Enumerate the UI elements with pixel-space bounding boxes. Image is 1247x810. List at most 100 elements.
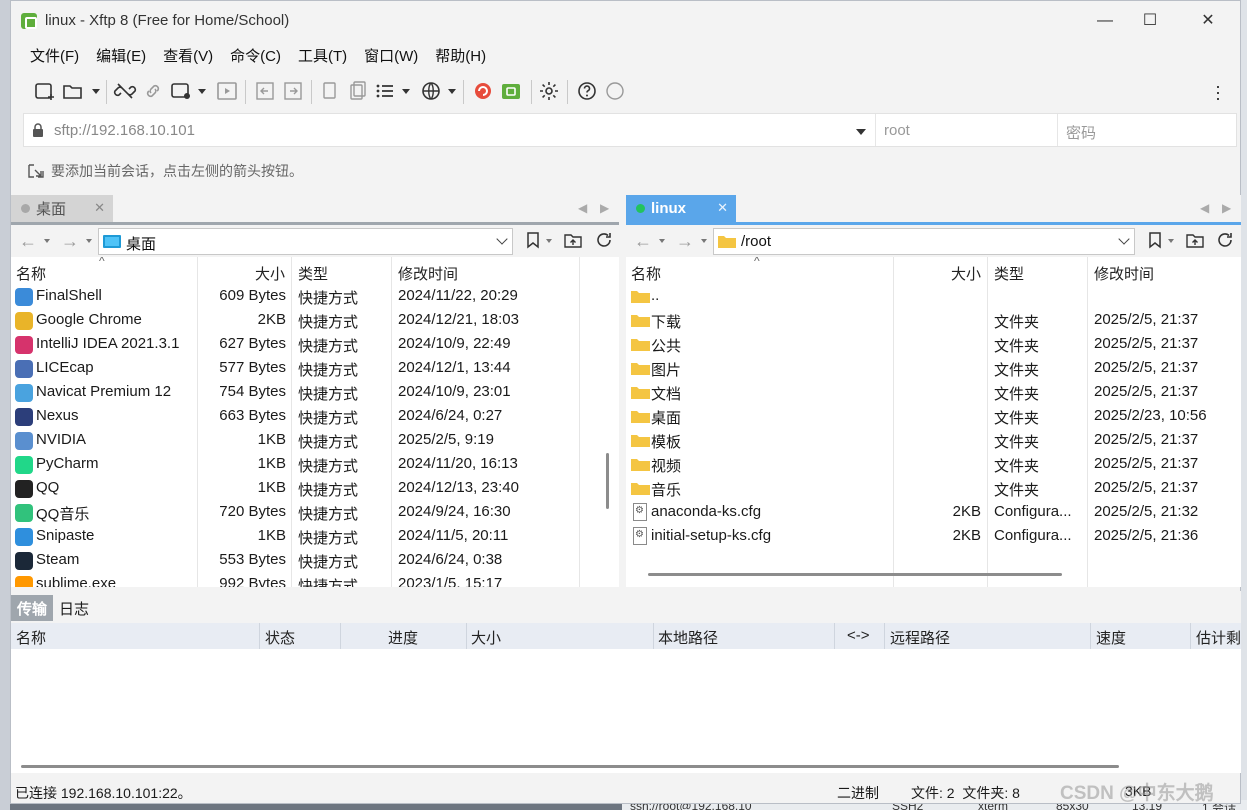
- table-row[interactable]: Nexus 663 Bytes 快捷方式 2024/6/24, 0:27: [11, 405, 619, 429]
- forward-arrow-icon[interactable]: →: [61, 231, 79, 252]
- menu-view[interactable]: 查看(V): [154, 43, 221, 69]
- xcol-speed[interactable]: 速度: [1096, 627, 1126, 648]
- table-row[interactable]: sublime.exe 992 Bytes 快捷方式 2023/1/5, 15:17: [11, 573, 619, 587]
- local-path-input[interactable]: 桌面: [98, 228, 513, 255]
- open-dropdown-icon[interactable]: [92, 89, 100, 94]
- local-vertical-scrollbar[interactable]: [606, 453, 609, 509]
- remote-horizontal-scrollbar[interactable]: [648, 573, 1062, 576]
- bookmark-icon[interactable]: [1145, 230, 1165, 250]
- xftp-icon[interactable]: [499, 79, 523, 103]
- table-row[interactable]: Navicat Premium 12 754 Bytes 快捷方式 2024/10/9…: [11, 381, 619, 405]
- back-history-icon[interactable]: [44, 239, 50, 243]
- xshell-icon[interactable]: [471, 79, 495, 103]
- open-folder-icon[interactable]: [61, 79, 85, 103]
- col-size[interactable]: 大小: [951, 263, 981, 284]
- more-options-icon[interactable]: · · ·: [1215, 77, 1221, 107]
- refresh-icon[interactable]: [594, 230, 614, 250]
- menu-file[interactable]: 文件(F): [21, 43, 87, 69]
- table-row[interactable]: FinalShell 609 Bytes 快捷方式 2024/11/22, 20:29: [11, 285, 619, 309]
- parent-folder-icon[interactable]: [1185, 230, 1205, 250]
- view-dropdown-icon[interactable]: [402, 89, 410, 94]
- list-view-icon[interactable]: [373, 79, 397, 103]
- link-icon[interactable]: [141, 79, 165, 103]
- host-url-input[interactable]: sftp://192.168.10.101: [54, 122, 195, 139]
- table-row[interactable]: anaconda-ks.cfg 2KB Configura... 2025/2/5, …: [626, 501, 1241, 525]
- tab-dropdown-icon[interactable]: [198, 89, 206, 94]
- password-input[interactable]: 密码: [1057, 114, 1237, 146]
- menu-edit[interactable]: 编辑(E): [87, 43, 154, 69]
- table-row[interactable]: LICEcap 577 Bytes 快捷方式 2024/12/1, 13:44: [11, 357, 619, 381]
- help-icon[interactable]: [575, 79, 599, 103]
- tab-log[interactable]: 日志: [53, 595, 95, 621]
- xcol-size[interactable]: 大小: [471, 627, 501, 648]
- xcol-local-path[interactable]: 本地路径: [658, 627, 718, 648]
- table-row[interactable]: 音乐 文件夹 2025/2/5, 21:37: [626, 477, 1241, 501]
- col-mtime[interactable]: 修改时间: [398, 263, 458, 284]
- transfer-icon[interactable]: [215, 79, 239, 103]
- table-row[interactable]: 文档 文件夹 2025/2/5, 21:37: [626, 381, 1241, 405]
- new-session-icon[interactable]: [33, 79, 57, 103]
- col-size[interactable]: 大小: [255, 263, 285, 284]
- username-input[interactable]: root: [875, 114, 1057, 146]
- table-row[interactable]: 桌面 文件夹 2025/2/23, 10:56: [626, 405, 1241, 429]
- download-icon[interactable]: [253, 79, 277, 103]
- bookmark-dropdown-icon[interactable]: [546, 239, 552, 243]
- transfer-horizontal-scrollbar[interactable]: [21, 765, 1119, 768]
- refresh-icon[interactable]: [1215, 230, 1235, 250]
- col-name[interactable]: 名称: [631, 263, 661, 284]
- xcol-name[interactable]: 名称: [16, 627, 46, 648]
- settings-gear-icon[interactable]: [537, 79, 561, 103]
- paste-icon[interactable]: [345, 79, 369, 103]
- disconnect-icon[interactable]: [113, 79, 137, 103]
- table-row[interactable]: 下载 文件夹 2025/2/5, 21:37: [626, 309, 1241, 333]
- chat-icon[interactable]: [603, 79, 627, 103]
- forward-arrow-icon[interactable]: →: [676, 231, 694, 252]
- copy-icon[interactable]: [317, 79, 341, 103]
- bookmark-dropdown-icon[interactable]: [1168, 239, 1174, 243]
- col-name[interactable]: 名称: [16, 263, 46, 284]
- tab-scroll-right-icon[interactable]: ▶: [600, 201, 609, 215]
- bookmark-icon[interactable]: [523, 230, 543, 250]
- back-history-icon[interactable]: [659, 239, 665, 243]
- forward-history-icon[interactable]: [701, 239, 707, 243]
- path-dropdown-icon[interactable]: [1118, 233, 1130, 245]
- table-row[interactable]: ..: [626, 285, 1241, 309]
- table-row[interactable]: NVIDIA 1KB 快捷方式 2025/2/5, 9:19: [11, 429, 619, 453]
- menu-tools[interactable]: 工具(T): [289, 43, 355, 69]
- table-row[interactable]: 视频 文件夹 2025/2/5, 21:37: [626, 453, 1241, 477]
- minimize-button[interactable]: —: [1083, 9, 1127, 33]
- tab-scroll-left-icon[interactable]: ◀: [578, 201, 587, 215]
- xcol-progress[interactable]: 进度: [388, 627, 418, 648]
- close-tab-icon[interactable]: ✕: [94, 200, 105, 216]
- table-row[interactable]: QQ 1KB 快捷方式 2024/12/13, 23:40: [11, 477, 619, 501]
- host-dropdown-icon[interactable]: [856, 129, 866, 135]
- table-row[interactable]: IntelliJ IDEA 2021.3.1 627 Bytes 快捷方式 2024/…: [11, 333, 619, 357]
- menu-command[interactable]: 命令(C): [221, 43, 289, 69]
- back-arrow-icon[interactable]: ←: [19, 231, 37, 252]
- xcol-direction[interactable]: <->: [847, 627, 870, 644]
- back-arrow-icon[interactable]: ←: [634, 231, 652, 252]
- transfer-mode[interactable]: 二进制: [837, 783, 879, 803]
- xcol-eta[interactable]: 估计剩: [1196, 627, 1241, 648]
- forward-history-icon[interactable]: [86, 239, 92, 243]
- tab-transfer[interactable]: 传输: [11, 595, 54, 621]
- tab-local-desktop[interactable]: 桌面 ✕: [11, 195, 113, 222]
- col-type[interactable]: 类型: [994, 263, 1024, 284]
- table-row[interactable]: 模板 文件夹 2025/2/5, 21:37: [626, 429, 1241, 453]
- tab-scroll-right-icon[interactable]: ▶: [1222, 201, 1231, 215]
- title-bar[interactable]: linux - Xftp 8 (Free for Home/School) — …: [11, 1, 1240, 39]
- globe-icon[interactable]: [419, 79, 443, 103]
- table-row[interactable]: QQ音乐 720 Bytes 快捷方式 2024/9/24, 16:30: [11, 501, 619, 525]
- path-dropdown-icon[interactable]: [496, 233, 508, 245]
- table-row[interactable]: initial-setup-ks.cfg 2KB Configura... 2025/…: [626, 525, 1241, 549]
- xcol-remote-path[interactable]: 远程路径: [890, 627, 950, 648]
- tab-scroll-left-icon[interactable]: ◀: [1200, 201, 1209, 215]
- table-row[interactable]: PyCharm 1KB 快捷方式 2024/11/20, 16:13: [11, 453, 619, 477]
- table-row[interactable]: Google Chrome 2KB 快捷方式 2024/12/21, 18:03: [11, 309, 619, 333]
- add-session-arrow-icon[interactable]: [27, 162, 45, 180]
- menu-window[interactable]: 窗口(W): [355, 43, 426, 69]
- encoding-dropdown-icon[interactable]: [448, 89, 456, 94]
- parent-folder-icon[interactable]: [563, 230, 583, 250]
- remote-path-input[interactable]: /root: [713, 228, 1135, 255]
- upload-icon[interactable]: [281, 79, 305, 103]
